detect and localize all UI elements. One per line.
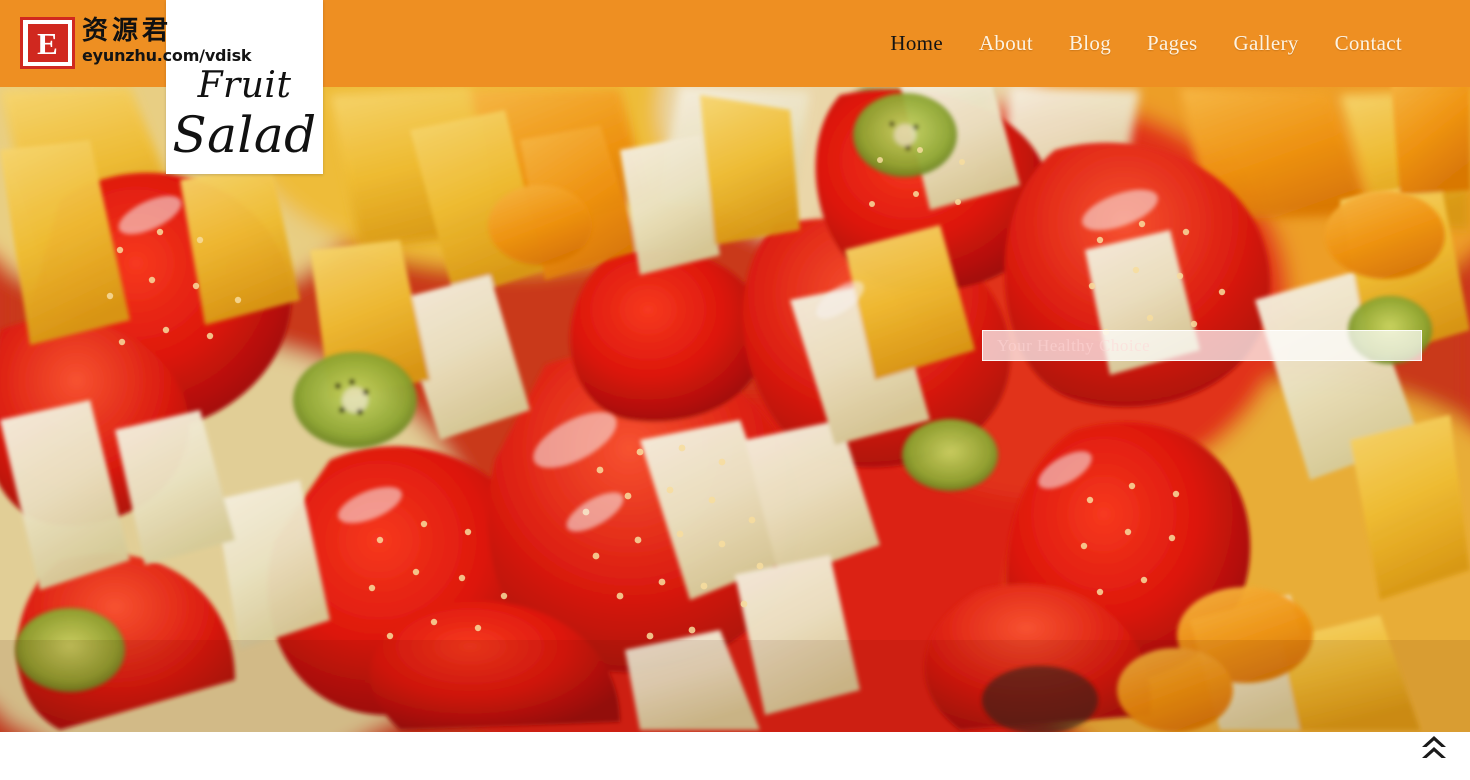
scroll-to-top-button[interactable] [1416, 730, 1452, 766]
main-navigation: Home About Blog Pages Gallery Contact [872, 0, 1420, 87]
hero-title-line-1: Fruit [197, 65, 292, 106]
hero-title-line-2: Salad [172, 106, 317, 164]
watermark-text: 资源君 eyunzhu.com/vdisk [82, 16, 252, 66]
angle-double-up-icon [1419, 733, 1449, 763]
hero-caption-text: Your Healthy Choice [997, 336, 1151, 355]
watermark-logo-icon: E [20, 17, 75, 69]
page-root: Your Healthy Choice Home About Blog Page… [0, 0, 1470, 780]
nav-item-contact[interactable]: Contact [1317, 0, 1420, 87]
watermark: E 资源君 eyunzhu.com/vdisk [20, 16, 252, 69]
watermark-brand-name: 资源君 [82, 16, 173, 46]
footer-strip [0, 732, 1470, 780]
nav-item-pages[interactable]: Pages [1129, 0, 1216, 87]
nav-item-blog[interactable]: Blog [1051, 0, 1129, 87]
watermark-logo-letter: E [27, 24, 68, 62]
nav-item-gallery[interactable]: Gallery [1216, 0, 1317, 87]
watermark-url: eyunzhu.com/vdisk [82, 46, 252, 66]
nav-item-home[interactable]: Home [872, 0, 961, 87]
hero-caption-bar: Your Healthy Choice [982, 330, 1422, 361]
nav-item-about[interactable]: About [961, 0, 1051, 87]
